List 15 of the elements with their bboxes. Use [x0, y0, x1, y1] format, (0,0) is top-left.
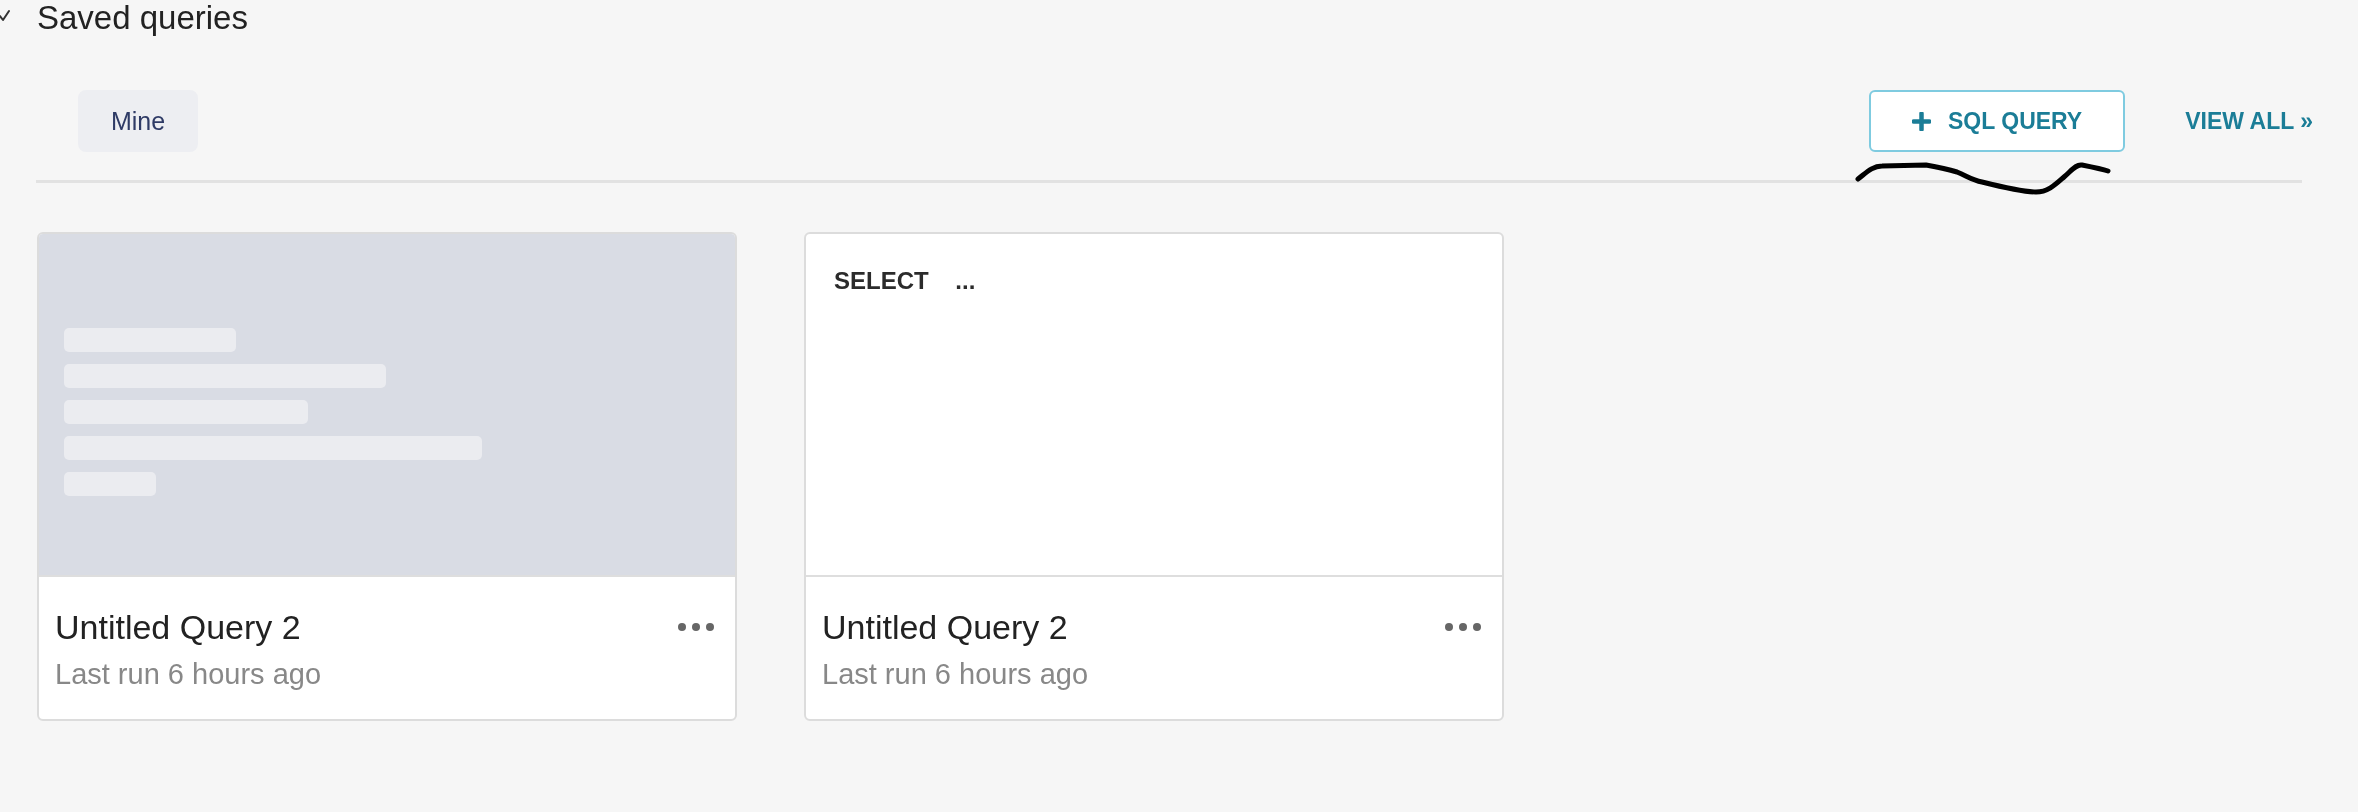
new-query-button[interactable]: SQL QUERY [1869, 90, 2126, 152]
sql-preview-text: SELECT ... [834, 266, 976, 296]
query-title: Untitled Query 2 [55, 609, 301, 645]
query-card[interactable]: SELECT ... Untitled Query 2 Last run 6 hours ago [804, 232, 1504, 721]
query-card[interactable]: Untitled Query 2 Last run 6 hours ago [37, 232, 737, 721]
more-options-icon[interactable] [1445, 623, 1481, 631]
query-title: Untitled Query 2 [822, 609, 1068, 645]
section-title: Saved queries [37, 0, 248, 36]
view-all-link[interactable]: VIEW ALL » [2185, 107, 2313, 135]
filter-tab[interactable]: Mine [78, 90, 198, 152]
last-run-text: Last run 6 hours ago [822, 657, 1088, 691]
checkmark-icon[interactable] [0, 9, 10, 23]
plus-icon [1912, 111, 1931, 131]
more-options-icon[interactable] [678, 623, 714, 631]
last-run-text: Last run 6 hours ago [55, 657, 321, 691]
